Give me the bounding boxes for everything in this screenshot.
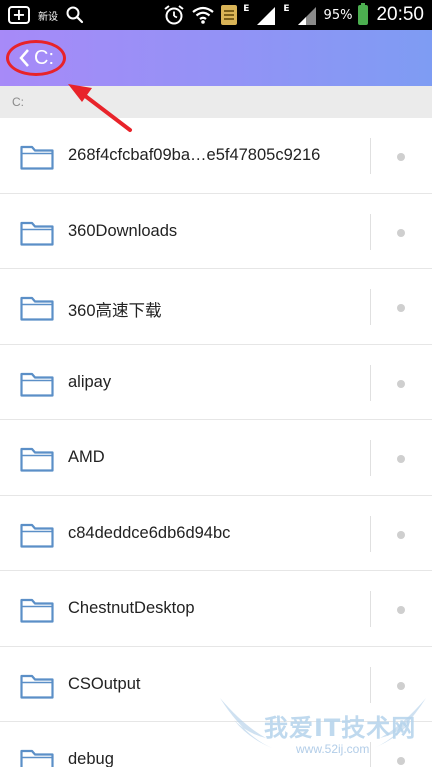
status-small-label: 新设	[38, 11, 58, 23]
row-divider	[370, 364, 371, 401]
list-item[interactable]: 360Downloads	[0, 194, 432, 269]
breadcrumb: C:	[0, 86, 432, 118]
folder-icon	[20, 221, 54, 246]
signal-icon-2	[297, 7, 316, 25]
folder-name: ChestnutDesktop	[68, 599, 195, 617]
wifi-icon	[192, 6, 214, 24]
network-type-label-2: E	[283, 4, 290, 14]
folder-name: AMD	[68, 448, 105, 466]
folder-icon	[20, 523, 54, 548]
folder-icon	[20, 598, 54, 623]
more-options-icon[interactable]	[397, 228, 405, 237]
list-item[interactable]: c84deddce6db6d94bc	[0, 496, 432, 571]
folder-icon	[20, 296, 54, 321]
notes-app-icon	[221, 5, 238, 25]
folder-icon	[20, 372, 54, 397]
row-divider	[370, 515, 371, 552]
add-notification-icon: +	[8, 6, 30, 24]
row-divider	[370, 138, 371, 174]
folder-name: c84deddce6db6d94bc	[68, 523, 231, 542]
folder-list: 268f4cfcbaf09ba…e5f47805c9216 360Downloa…	[0, 118, 432, 767]
chevron-left-icon	[19, 49, 29, 67]
more-options-icon[interactable]	[397, 304, 405, 312]
more-options-icon[interactable]	[397, 455, 405, 463]
alarm-icon	[164, 5, 184, 25]
folder-icon	[20, 749, 54, 767]
folder-icon	[20, 145, 54, 170]
more-options-icon[interactable]	[397, 379, 405, 388]
folder-name: debug	[68, 750, 114, 767]
list-item[interactable]: ChestnutDesktop	[0, 571, 432, 647]
more-options-icon[interactable]	[397, 530, 405, 539]
back-button[interactable]: C:	[6, 40, 66, 76]
breadcrumb-path[interactable]: C:	[12, 95, 24, 109]
list-item[interactable]: alipay	[0, 345, 432, 420]
list-item[interactable]: 360高速下载	[0, 269, 432, 345]
battery-percent: 95%	[323, 7, 353, 23]
more-options-icon[interactable]	[397, 681, 405, 690]
more-options-icon[interactable]	[397, 757, 405, 765]
row-divider	[370, 213, 371, 250]
list-item[interactable]: CSOutput	[0, 647, 432, 722]
folder-icon	[20, 674, 54, 699]
folder-name: 360高速下载	[68, 302, 162, 320]
folder-name: 268f4cfcbaf09ba…e5f47805c9216	[68, 146, 321, 164]
folder-name: alipay	[68, 372, 112, 391]
folder-name: CSOutput	[68, 674, 141, 693]
row-divider	[370, 666, 371, 703]
folder-name: 360Downloads	[68, 221, 178, 240]
battery-icon	[358, 3, 369, 25]
row-divider	[370, 742, 371, 767]
list-item[interactable]: AMD	[0, 420, 432, 496]
list-item[interactable]: debug	[0, 722, 432, 767]
status-bar: + 新设 E E 95% 20:50	[0, 0, 432, 30]
row-divider	[370, 289, 371, 325]
more-options-icon[interactable]	[397, 606, 405, 614]
search-icon	[66, 6, 84, 24]
network-type-label: E	[243, 4, 250, 14]
row-divider	[370, 440, 371, 476]
row-divider	[370, 591, 371, 627]
more-options-icon[interactable]	[397, 153, 405, 161]
current-folder-title: C:	[34, 46, 54, 69]
signal-icon	[257, 7, 276, 25]
folder-icon	[20, 447, 54, 472]
list-item[interactable]: 268f4cfcbaf09ba…e5f47805c9216	[0, 118, 432, 194]
clock: 20:50	[376, 4, 424, 25]
app-bar: C:	[0, 30, 432, 86]
